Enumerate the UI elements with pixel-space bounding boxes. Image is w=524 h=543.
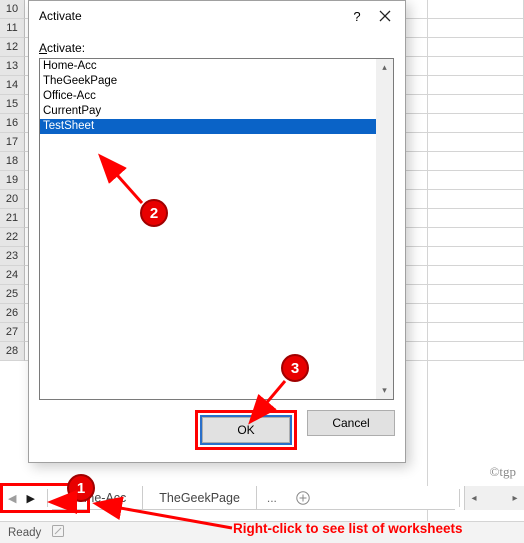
listbox-item[interactable]: Office-Acc <box>40 89 376 104</box>
row-header[interactable]: 26 <box>0 304 25 323</box>
annotation-badge-3: 3 <box>281 354 309 382</box>
row-header[interactable]: 11 <box>0 19 25 38</box>
annotation-tip-text: Right-click to see list of worksheets <box>233 521 463 536</box>
separator <box>459 489 460 507</box>
ok-button[interactable]: OK <box>202 417 290 443</box>
listbox-item[interactable]: TestSheet <box>40 119 376 134</box>
help-button[interactable]: ? <box>343 4 371 28</box>
scroll-right-icon[interactable]: ▸ <box>506 493 524 504</box>
row-header[interactable]: 16 <box>0 114 25 133</box>
scroll-up-icon[interactable]: ▴ <box>376 59 393 76</box>
row-header[interactable]: 18 <box>0 152 25 171</box>
close-button[interactable] <box>371 4 399 28</box>
worksheet-listbox[interactable]: Home-AccTheGeekPageOffice-AccCurrentPayT… <box>39 58 394 400</box>
cancel-button[interactable]: Cancel <box>307 410 395 436</box>
row-header[interactable]: 10 <box>0 0 25 19</box>
listbox-item[interactable]: CurrentPay <box>40 104 376 119</box>
annotation-badge-2: 2 <box>140 199 168 227</box>
close-icon <box>379 10 391 22</box>
row-header[interactable]: 14 <box>0 76 25 95</box>
listbox-item[interactable]: TheGeekPage <box>40 74 376 89</box>
row-header[interactable]: 28 <box>0 342 25 361</box>
dialog-title: Activate <box>39 9 343 23</box>
sheet-nav-buttons[interactable]: ◀ ▶ <box>0 486 43 510</box>
annotation-ok-highlight: OK <box>195 410 297 450</box>
listbox-scrollbar[interactable]: ▴ ▾ <box>376 59 393 399</box>
row-header[interactable]: 25 <box>0 285 25 304</box>
listbox-item[interactable]: Home-Acc <box>40 59 376 74</box>
row-header[interactable]: 20 <box>0 190 25 209</box>
scroll-down-icon[interactable]: ▾ <box>376 382 393 399</box>
new-sheet-button[interactable] <box>287 486 319 509</box>
status-ready: Ready <box>8 527 41 539</box>
plus-circle-icon <box>295 490 311 506</box>
sheet-tab[interactable]: Home-Acc <box>52 486 143 509</box>
column-divider <box>427 0 428 543</box>
row-header[interactable]: 19 <box>0 171 25 190</box>
row-header[interactable]: 12 <box>0 38 25 57</box>
row-header[interactable]: 13 <box>0 57 25 76</box>
horizontal-scrollbar[interactable]: ◂ ▸ <box>464 486 524 510</box>
row-header[interactable]: 27 <box>0 323 25 342</box>
nav-next-icon[interactable]: ▶ <box>26 492 34 505</box>
row-header[interactable]: 22 <box>0 228 25 247</box>
scroll-left-icon[interactable]: ◂ <box>465 493 483 504</box>
dialog-titlebar: Activate ? <box>29 1 405 31</box>
sheet-tab[interactable]: TheGeekPage <box>143 486 257 509</box>
watermark: ©tgp <box>490 464 517 480</box>
row-header[interactable]: 21 <box>0 209 25 228</box>
sheet-tabs-overflow[interactable]: ... <box>257 486 287 509</box>
row-header[interactable]: 15 <box>0 95 25 114</box>
row-header[interactable]: 17 <box>0 133 25 152</box>
activate-label: Activate: <box>39 41 395 55</box>
row-header[interactable]: 24 <box>0 266 25 285</box>
activate-dialog: Activate ? Activate: Home-AccTheGeekPage… <box>28 0 406 463</box>
row-header[interactable]: 23 <box>0 247 25 266</box>
accessibility-icon[interactable] <box>51 524 65 541</box>
nav-prev-icon[interactable]: ◀ <box>8 492 16 505</box>
annotation-badge-1: 1 <box>67 474 95 502</box>
separator <box>47 489 48 507</box>
